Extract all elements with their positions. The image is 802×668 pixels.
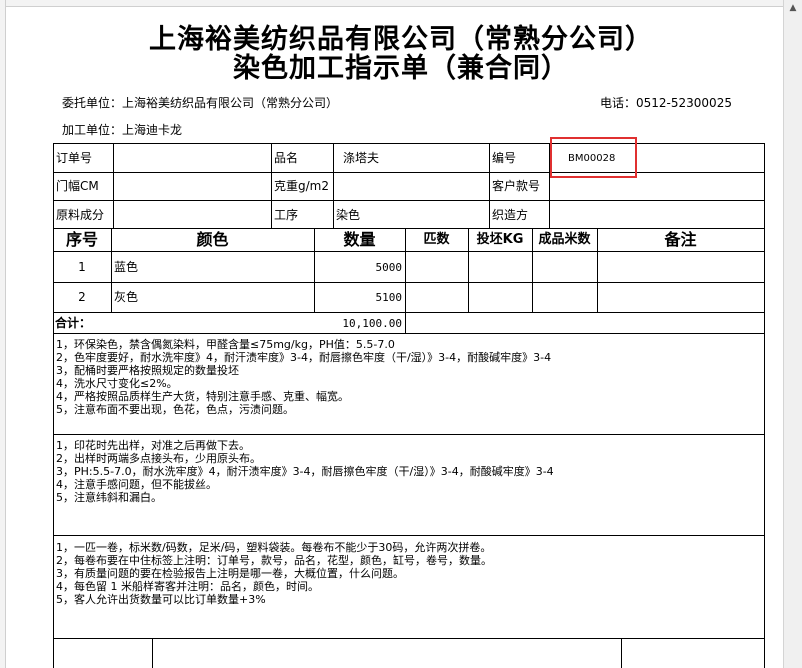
row-color[interactable]: 蓝色 xyxy=(114,260,138,274)
col-header-color: 颜色 xyxy=(196,230,229,249)
row-qty[interactable]: 5100 xyxy=(314,291,403,304)
note-line: 4，注意手感问题，但不能拔丝。 xyxy=(56,478,217,491)
product-label: 品名 xyxy=(274,151,299,165)
product-value[interactable]: 涤塔夫 xyxy=(343,151,379,165)
note-line: 5，注意布面不要出现，色花，色点，污渍问题。 xyxy=(56,403,294,416)
order-no-label: 订单号 xyxy=(56,151,93,165)
code-label: 编号 xyxy=(492,151,517,165)
col-header-finished-m: 成品米数 xyxy=(538,232,591,247)
note-line: 5，客人允许出货数量可以比订单数量+3% xyxy=(56,593,266,606)
note-line: 3，配桶时要严格按照规定的数量投坯 xyxy=(56,364,239,377)
client-label: 委托单位： xyxy=(62,96,123,110)
note-line: 4，严格按照品质样生产大货，特别注意手感、克重、幅宽。 xyxy=(56,390,349,403)
client-info: 委托单位：上海裕美纺织品有限公司（常熟分公司） xyxy=(62,96,338,110)
document-title-form: 染色加工指示单（兼合同） xyxy=(233,53,569,84)
col-header-grey-kg: 投坯KG xyxy=(476,232,524,247)
note-line: 4，洗水尺寸变化≤2%。 xyxy=(56,377,178,390)
note-line: 5，注意纬斜和漏白。 xyxy=(56,491,162,504)
note-line: 3，PH:5.5-7.0，耐水洗牢度》4，耐汗渍牢度》3-4，耐唇擦色牢度（干/… xyxy=(56,465,554,478)
vertical-scrollbar[interactable]: ▲ xyxy=(783,0,802,668)
col-header-no: 序号 xyxy=(65,230,98,249)
note-line: 2，每卷布要在中住标签上注明：订单号，款号，品名，花型，颜色，缸号，卷号，数量。 xyxy=(56,554,492,567)
weave-label: 织造方 xyxy=(492,208,529,222)
processor-info: 加工单位：上海迪卡龙 xyxy=(62,123,182,137)
code-highlight-box xyxy=(550,137,637,178)
col-header-remark: 备注 xyxy=(664,230,697,249)
row-no: 1 xyxy=(78,260,86,274)
note-line: 1，印花时先出样，对准之后再做下去。 xyxy=(56,439,250,452)
composition-label: 原料成分 xyxy=(56,208,105,222)
process-value[interactable]: 染色 xyxy=(336,208,360,222)
total-qty: 10,100.00 xyxy=(342,317,402,330)
col-header-pieces: 匹数 xyxy=(423,232,450,247)
document-title-company: 上海裕美纺织品有限公司（常熟分公司） xyxy=(149,24,653,55)
scroll-up-arrow-icon[interactable]: ▲ xyxy=(787,2,799,14)
weight-label: 克重g/m2 xyxy=(274,179,329,193)
process-label: 工序 xyxy=(274,208,299,222)
note-line: 2，出样时两端多点接头布，少用原头布。 xyxy=(56,452,261,465)
row-color[interactable]: 灰色 xyxy=(114,290,138,304)
phone-value: 0512-52300025 xyxy=(636,96,732,110)
window-left-edge xyxy=(0,0,6,668)
window-top-edge xyxy=(0,0,802,7)
client-value: 上海裕美纺织品有限公司（常熟分公司） xyxy=(122,96,339,110)
phone-label: 电话： xyxy=(600,96,637,110)
phone-info: 电话：0512-52300025 xyxy=(600,96,732,110)
customer-style-label: 客户款号 xyxy=(492,179,541,193)
note-line: 3，有质量问题的要在检验报告上注明是哪一卷，大概位置，什么问题。 xyxy=(56,567,404,580)
col-header-qty: 数量 xyxy=(343,230,376,249)
total-label: 合计： xyxy=(55,316,92,330)
processor-label: 加工单位： xyxy=(62,123,123,137)
processor-value: 上海迪卡龙 xyxy=(122,123,183,137)
width-label: 门幅CM xyxy=(56,179,99,193)
note-line: 2，色牢度要好，耐水洗牢度》4，耐汗渍牢度》3-4，耐唇擦色牢度（干/湿）》3-… xyxy=(56,351,552,364)
note-line: 4，每色留 1 米船样寄客并注明：品名，颜色，时间。 xyxy=(56,580,319,593)
row-qty[interactable]: 5000 xyxy=(314,261,403,274)
note-line: 1，环保染色，禁含偶氮染料，甲醛含量≤75mg/kg，PH值：5.5-7.0 xyxy=(56,338,395,351)
row-no: 2 xyxy=(78,290,86,304)
note-line: 1，一匹一卷，标米数/码数，足米/码，塑料袋装。每卷布不能少于30码，允许两次拼… xyxy=(56,541,492,554)
